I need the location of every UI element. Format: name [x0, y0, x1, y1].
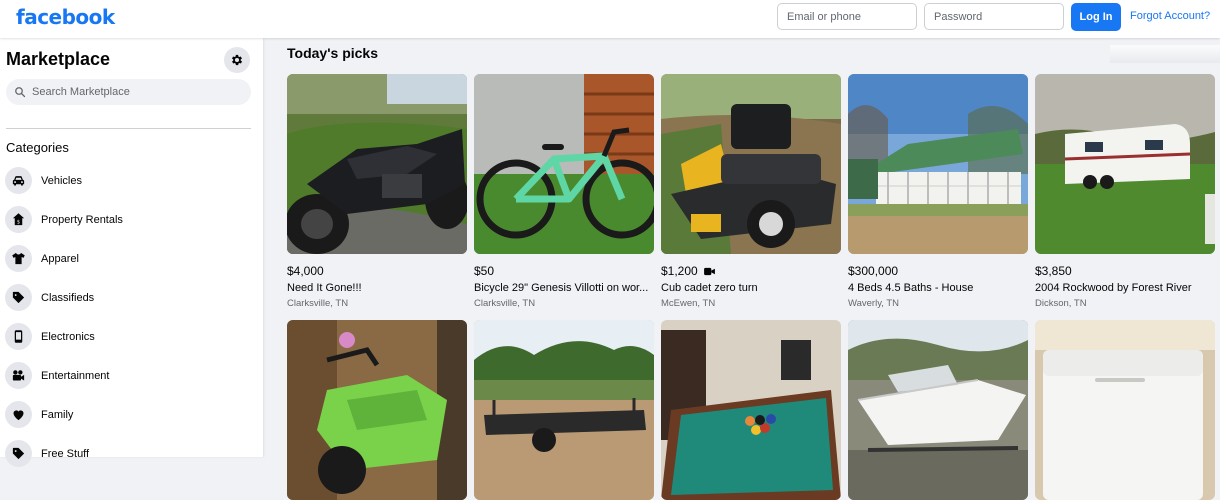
listing-price: $3,850 — [1035, 264, 1072, 278]
email-field[interactable] — [777, 3, 917, 30]
shirt-icon — [5, 245, 32, 272]
forgot-account-link[interactable]: Forgot Account? — [1130, 10, 1210, 22]
listing-card[interactable]: $4,000 Need It Gone!!! Clarksville, TN — [287, 74, 467, 309]
listing-title: Cub cadet zero turn — [661, 282, 758, 294]
login-button[interactable]: Log In — [1071, 3, 1121, 31]
listing-card[interactable]: $50 Bicycle 29" Genesis Villotti on wor.… — [474, 74, 654, 309]
heart-icon — [5, 401, 32, 428]
boat-photo — [848, 320, 1028, 500]
video-icon — [703, 267, 715, 276]
listing-image[interactable] — [1035, 320, 1215, 500]
category-apparel[interactable]: Apparel — [5, 239, 255, 278]
phone-icon — [5, 323, 32, 350]
house-photo — [848, 74, 1028, 254]
categories-heading: Categories — [6, 140, 69, 155]
listing-location: Waverly, TN — [848, 298, 900, 309]
search-bar[interactable] — [6, 79, 251, 105]
listing-image[interactable] — [848, 320, 1028, 500]
atv-photo — [287, 320, 467, 500]
trailer-photo — [474, 320, 654, 500]
listing-title: 2004 Rockwood by Forest River — [1035, 282, 1192, 294]
top-bar: facebook Log In Forgot Account? — [0, 0, 1220, 38]
category-list: Vehicles $ Property Rentals Apparel Clas… — [5, 161, 255, 473]
listing-title: 4 Beds 4.5 Baths - House — [848, 282, 974, 294]
bicycle-photo — [474, 74, 654, 254]
listing-card[interactable]: $3,850 2004 Rockwood by Forest River Dic… — [1035, 74, 1215, 309]
listing-image[interactable] — [661, 74, 841, 254]
listing-title: Bicycle 29" Genesis Villotti on wor... — [474, 282, 649, 294]
page-title: Marketplace — [6, 49, 111, 69]
house-icon: $ — [5, 206, 32, 233]
listing-location: McEwen, TN — [661, 298, 716, 309]
freezer-photo — [1035, 320, 1215, 500]
listing-card[interactable]: $1,200 Cub cadet zero turn McEwen, TN — [661, 74, 841, 309]
category-label: Family — [41, 408, 74, 421]
category-label: Free Stuff — [41, 447, 90, 460]
category-electronics[interactable]: Electronics — [5, 317, 255, 356]
listing-image[interactable] — [1035, 74, 1215, 254]
category-label: Property Rentals — [41, 213, 123, 226]
listing-price: $300,000 — [848, 264, 899, 278]
listing-image[interactable] — [287, 74, 467, 254]
search-icon — [14, 85, 28, 99]
category-label: Electronics — [41, 330, 95, 343]
listing-image[interactable] — [661, 320, 841, 500]
listing-card[interactable] — [848, 320, 1028, 500]
listing-card[interactable]: $300,000 4 Beds 4.5 Baths - House Waverl… — [848, 74, 1028, 309]
listing-image[interactable] — [474, 74, 654, 254]
category-family[interactable]: Family — [5, 395, 255, 434]
mower-photo — [661, 74, 841, 254]
gear-icon — [231, 54, 243, 66]
listing-location: Clarksville, TN — [287, 298, 349, 309]
category-label: Entertainment — [41, 369, 110, 382]
svg-text:$: $ — [17, 219, 20, 225]
category-classifieds[interactable]: Classifieds — [5, 278, 255, 317]
listing-price: $1,200 — [661, 264, 698, 278]
listing-image[interactable] — [474, 320, 654, 500]
category-vehicles[interactable]: Vehicles — [5, 161, 255, 200]
motorcycle-photo — [287, 74, 467, 254]
film-camera-icon — [5, 362, 32, 389]
travel-trailer-photo — [1035, 74, 1215, 254]
section-title: Today's picks — [287, 45, 378, 61]
category-free-stuff[interactable]: Free Stuff — [5, 434, 255, 473]
listing-location: Clarksville, TN — [474, 298, 536, 309]
facebook-logo[interactable]: facebook — [16, 5, 115, 29]
listing-title: Need It Gone!!! — [287, 282, 362, 294]
category-entertainment[interactable]: Entertainment — [5, 356, 255, 395]
main-content: Today's picks $4,000 Need It Gone!!! Cla… — [263, 38, 1220, 500]
listing-location: Dickson, TN — [1035, 298, 1087, 309]
pool-table-photo — [661, 320, 841, 500]
listing-card[interactable] — [1035, 320, 1215, 500]
listing-image[interactable] — [848, 74, 1028, 254]
listing-card[interactable] — [287, 320, 467, 500]
listing-card[interactable] — [661, 320, 841, 500]
car-icon — [5, 167, 32, 194]
listing-image[interactable] — [287, 320, 467, 500]
listing-card[interactable] — [474, 320, 654, 500]
settings-button[interactable] — [224, 47, 250, 73]
search-input[interactable] — [30, 85, 244, 99]
scroll-shadow — [1110, 45, 1220, 63]
category-property-rentals[interactable]: $ Property Rentals — [5, 200, 255, 239]
listing-price: $50 — [474, 264, 495, 278]
category-label: Vehicles — [41, 174, 82, 187]
category-label: Classifieds — [41, 291, 95, 304]
tag-icon — [5, 440, 32, 467]
password-field[interactable] — [924, 3, 1064, 30]
category-label: Apparel — [41, 252, 79, 265]
sidebar: Marketplace Categories Vehicles $ Proper… — [0, 38, 263, 467]
divider — [6, 128, 251, 129]
tag-icon — [5, 284, 32, 311]
listing-price: $4,000 — [287, 264, 324, 278]
